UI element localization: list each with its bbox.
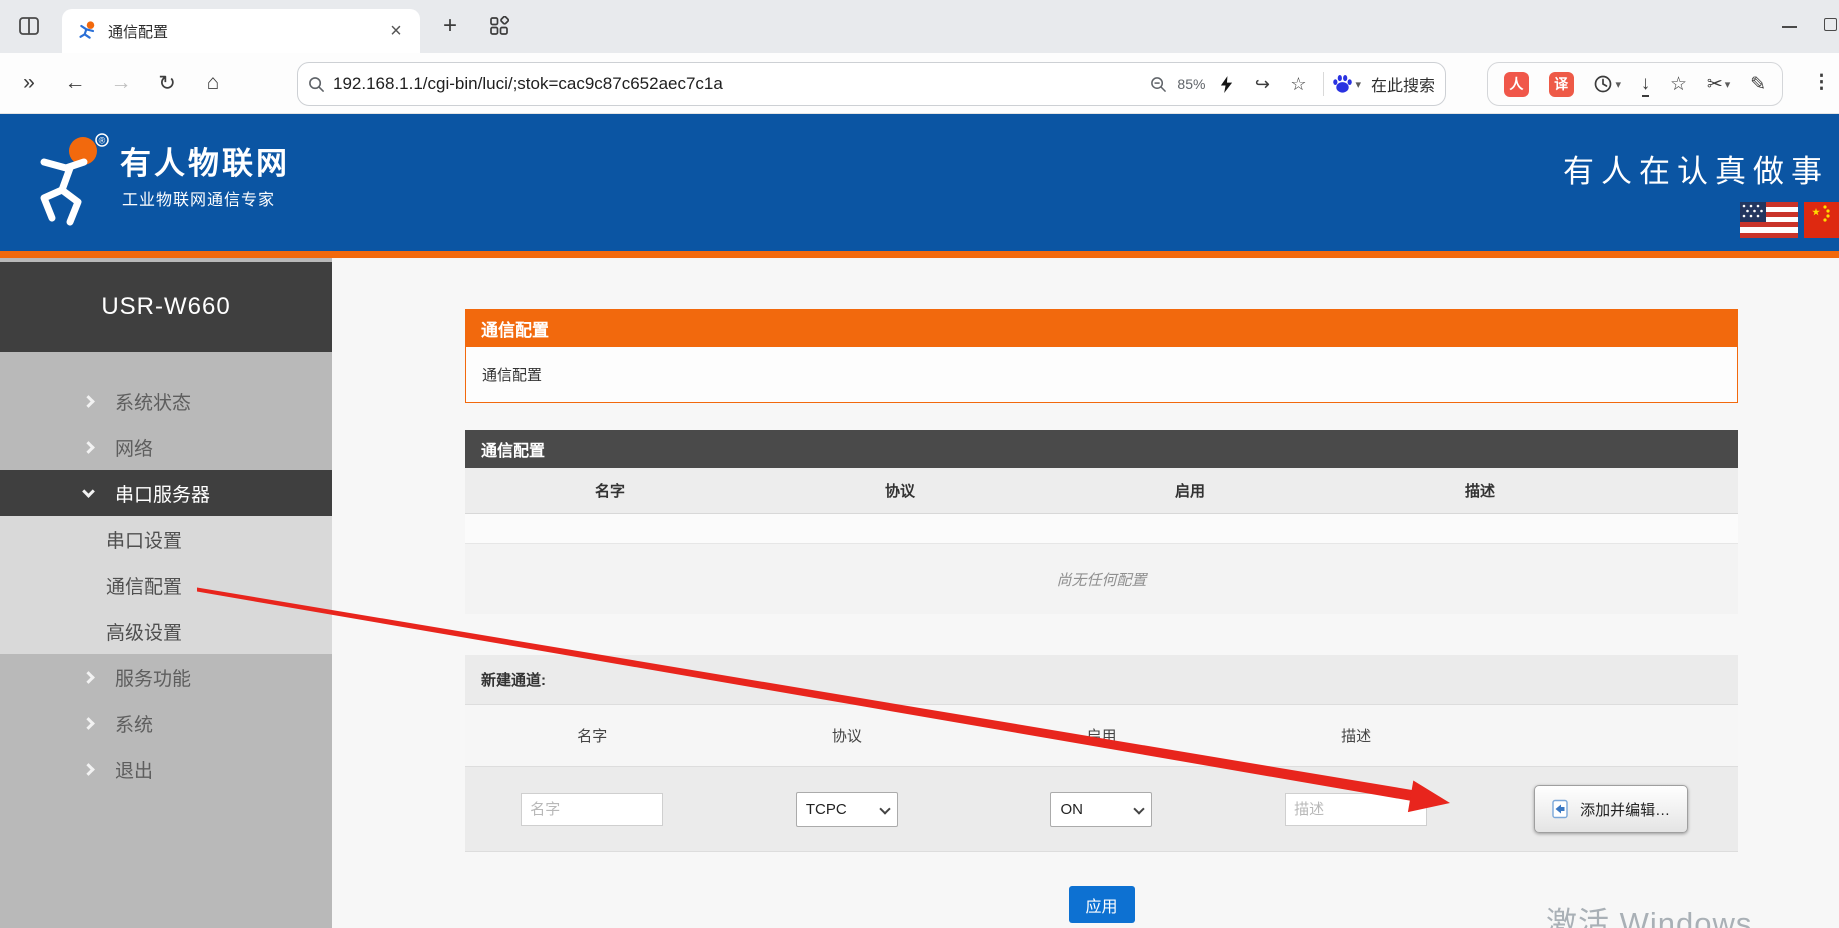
window-maximize-button[interactable]	[1824, 18, 1837, 31]
performance-bolt-icon[interactable]	[1211, 69, 1241, 99]
screenshot-scissors-icon[interactable]: ✂▾	[1707, 73, 1730, 96]
pdf-extension-icon[interactable]: 人	[1504, 72, 1529, 97]
history-caret-icon[interactable]: ▾	[1615, 78, 1621, 91]
favorites-star-icon[interactable]: ☆	[1670, 73, 1687, 96]
zoom-out-icon[interactable]	[1143, 69, 1173, 99]
brand-slogan: 有人在认真做事	[1563, 146, 1829, 191]
nc-col-name: 名字	[465, 705, 720, 766]
us-flag-icon[interactable]	[1740, 202, 1798, 238]
chevron-right-icon	[82, 671, 95, 684]
reload-icon[interactable]: ↻	[150, 66, 184, 100]
cn-flag-icon[interactable]	[1804, 202, 1839, 238]
main-content: 通信配置 通信配置 通信配置 名字 协议 启用 描述 尚无任何配置 新建通道: …	[332, 258, 1839, 928]
urlbar-divider	[1323, 72, 1324, 96]
apply-button[interactable]: 应用	[1069, 886, 1135, 923]
forward-icon: →	[104, 66, 138, 100]
toolbar-overflow-icon[interactable]: »	[12, 66, 46, 100]
add-edit-doc-icon	[1551, 799, 1571, 819]
brand-subtitle: 工业物联网通信专家	[122, 186, 275, 210]
page-title: 通信配置	[465, 309, 1738, 347]
sidebar-item-advanced-settings[interactable]: 高级设置	[0, 608, 332, 654]
extensions-cluster: 人 译 ▾ ↓ ☆ ✂▾ ✎	[1487, 62, 1783, 106]
nc-col-description: 描述	[1229, 705, 1484, 766]
translate-extension-icon[interactable]: 译	[1549, 72, 1574, 97]
sidebar: USR-W660 系统状态 网络 串口服务器 串口设置 通信配置 高级设置 服务…	[0, 258, 332, 928]
serial-server-submenu: 串口设置 通信配置 高级设置	[0, 516, 332, 654]
channel-desc-input[interactable]	[1285, 793, 1427, 826]
windows-activation-watermark: 激活 Windows	[1546, 898, 1752, 928]
sidebar-menu: 系统状态 网络 串口服务器 串口设置 通信配置 高级设置 服务功能 系统 退出	[0, 352, 332, 792]
sidebar-item-system[interactable]: 系统	[0, 700, 332, 746]
comm-config-table: 通信配置 名字 协议 启用 描述 尚无任何配置	[465, 430, 1738, 614]
downloads-icon[interactable]: ↓	[1641, 73, 1651, 95]
chevron-right-icon	[82, 763, 95, 776]
sidebar-item-logout[interactable]: 退出	[0, 746, 332, 792]
favorite-star-icon[interactable]: ☆	[1283, 69, 1313, 99]
svg-text:®: ®	[99, 136, 106, 146]
search-here-label[interactable]: 在此搜索	[1371, 72, 1435, 96]
new-channel-label: 新建通道:	[465, 655, 1738, 705]
accent-strip	[0, 251, 1839, 258]
brand-title: 有人物联网	[120, 138, 290, 183]
col-protocol: 协议	[755, 468, 1045, 513]
chevron-right-icon	[82, 395, 95, 408]
col-name: 名字	[465, 468, 755, 513]
channel-name-input[interactable]	[521, 793, 663, 826]
home-icon[interactable]: ⌂	[196, 66, 230, 100]
tab-title: 通信配置	[108, 21, 376, 42]
enable-select[interactable]: ON	[1050, 792, 1152, 827]
add-and-edit-button[interactable]: 添加并编辑…	[1534, 785, 1688, 833]
pen-notes-icon[interactable]: ✎	[1750, 73, 1766, 96]
tab-close-icon[interactable]: ×	[384, 19, 408, 43]
zoom-level[interactable]: 85%	[1177, 76, 1205, 92]
history-icon[interactable]: ▾	[1593, 74, 1621, 94]
language-flags	[1740, 202, 1839, 238]
device-name: USR-W660	[0, 262, 332, 352]
chevron-right-icon	[82, 717, 95, 730]
nc-col-protocol: 协议	[720, 705, 975, 766]
table-title: 通信配置	[465, 430, 1738, 468]
new-channel-section: 新建通道: 名字 协议 启用 描述 TCPC ON 添加并编辑…	[465, 655, 1738, 852]
sidebar-item-serial-settings[interactable]: 串口设置	[0, 516, 332, 562]
browser-toolbar: » ← → ↻ ⌂ 192.168.1.1/cgi-bin/luci/;stok…	[0, 53, 1839, 114]
sidebar-item-serial-server[interactable]: 串口服务器	[0, 470, 332, 516]
new-tab-button[interactable]: +	[436, 12, 464, 40]
share-icon[interactable]: ↪	[1247, 69, 1277, 99]
usr-favicon	[78, 21, 98, 41]
scissors-caret-icon[interactable]: ▾	[1725, 78, 1731, 91]
url-text[interactable]: 192.168.1.1/cgi-bin/luci/;stok=cac9c87c6…	[333, 74, 723, 94]
protocol-select[interactable]: TCPC	[796, 792, 898, 827]
page-title-body: 通信配置	[465, 347, 1738, 403]
table-header-row: 名字 协议 启用 描述	[465, 468, 1738, 514]
baidu-caret-icon[interactable]: ▾	[1355, 78, 1361, 91]
baidu-paw-icon	[1332, 74, 1353, 94]
brand-header: ® 有人物联网 工业物联网通信专家 有人在认真做事	[0, 114, 1839, 251]
col-description: 描述	[1335, 468, 1625, 513]
back-icon[interactable]: ←	[58, 66, 92, 100]
window-minimize-button[interactable]	[1782, 26, 1797, 28]
baidu-search-button[interactable]: ▾	[1332, 74, 1361, 94]
search-icon	[308, 76, 325, 93]
usr-logo: ®	[26, 132, 122, 228]
col-enable: 启用	[1045, 468, 1335, 513]
chevron-down-icon	[82, 485, 95, 498]
split-view-icon[interactable]	[16, 13, 42, 39]
browser-menu-icon[interactable]: ⋮	[1812, 71, 1831, 94]
address-bar[interactable]: 192.168.1.1/cgi-bin/luci/;stok=cac9c87c6…	[297, 62, 1446, 106]
table-blank-row	[465, 514, 1738, 544]
tab-group-icon[interactable]	[486, 13, 512, 39]
table-empty-state: 尚无任何配置	[465, 544, 1738, 614]
nc-col-enable: 启用	[974, 705, 1229, 766]
sidebar-item-network[interactable]: 网络	[0, 424, 332, 470]
chevron-right-icon	[82, 441, 95, 454]
sidebar-item-comm-config[interactable]: 通信配置	[0, 562, 332, 608]
sidebar-item-services[interactable]: 服务功能	[0, 654, 332, 700]
new-channel-header-row: 名字 协议 启用 描述	[465, 705, 1738, 767]
sidebar-item-system-status[interactable]: 系统状态	[0, 378, 332, 424]
active-tab[interactable]: 通信配置 ×	[62, 9, 420, 53]
new-channel-input-row: TCPC ON 添加并编辑…	[465, 767, 1738, 851]
browser-tab-bar: 通信配置 × +	[0, 0, 1839, 53]
